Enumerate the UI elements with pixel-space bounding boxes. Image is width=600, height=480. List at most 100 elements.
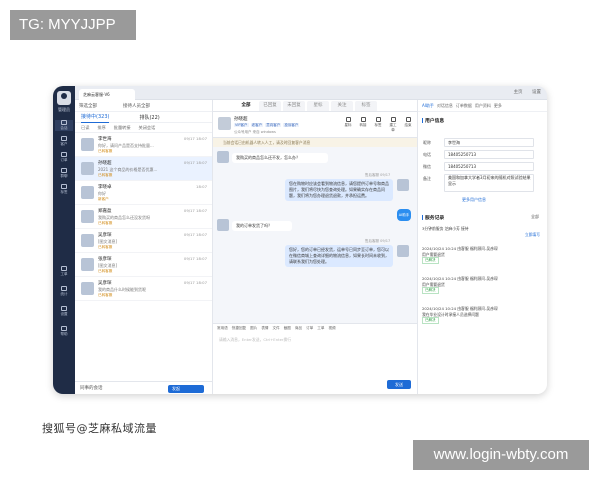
send-button[interactable]: 发送 (387, 380, 411, 389)
star-button[interactable]: 星标 (343, 117, 353, 133)
avatar (81, 138, 94, 151)
nav-item-chat[interactable]: 会话 (55, 120, 73, 131)
end-button[interactable]: 结束 (403, 117, 413, 133)
tab-ai[interactable]: AI助手 (422, 103, 434, 109)
conversation-item[interactable]: 吴彦琛 09/17 18:07 我的商品什么时候能到货呢 已转客服 (75, 277, 212, 301)
image-button[interactable]: 图片 (250, 326, 257, 331)
conversation-name: 吴彦琛 (98, 281, 112, 286)
side-nav: 管理员 会话 客户 订单 群聊 标签 工单 统计 设置 帮助 (53, 86, 75, 394)
tab-replied[interactable]: 已回复 (259, 101, 281, 111)
customer-avatar (217, 151, 229, 163)
common-phrases-button[interactable]: 常用语 (217, 326, 228, 331)
filter-all-dropdown[interactable]: 筛选全部 (79, 103, 97, 109)
conversation-time: 09/17 18:07 (183, 232, 207, 237)
settings-link[interactable]: 设置 (532, 90, 541, 95)
phone-field[interactable]: 18405250713 (444, 150, 534, 159)
status-badge: 已解决 (422, 287, 439, 294)
video-button[interactable]: 视频 (328, 326, 335, 331)
conversation-item[interactable]: 孙晓超 09/17 18:07 2021 这个商品的价格是否优惠... 已转客服 (75, 157, 212, 181)
ai-assistant-button[interactable]: AI助手 (397, 209, 411, 221)
tab-order-data[interactable]: 订单数据 (456, 103, 472, 109)
conversation-item[interactable]: 李晓卓 18:07 你好 新客户 (75, 181, 212, 205)
product-button[interactable]: 商品 (295, 326, 302, 331)
agent-avatar (397, 245, 409, 257)
service-record: 2024/10/24 10:24 由客服 福利顾问-吴彦琛 我在毕业设计时承接人… (422, 306, 498, 324)
fill-record-link[interactable]: 立即填写 (422, 232, 540, 238)
nickname-field[interactable]: 李世海 (444, 138, 534, 147)
ticket-tool-button[interactable]: 工单 (317, 326, 324, 331)
close-session-button[interactable]: 关闭会话 (139, 125, 156, 131)
wechat-field[interactable]: 18405250713 (444, 162, 534, 171)
tab-more[interactable]: 更多 (494, 103, 502, 109)
customer-tag[interactable]: 老客户 (250, 123, 264, 127)
batch-transfer-button[interactable]: 批量转接 (114, 125, 131, 131)
conversation-item[interactable]: 李世海 09/17 18:07 你好，请问产品是否支持批量... 已转客服 (75, 133, 212, 157)
conversation-list: 筛选全部 接待人员全部 接待中(323) 排队(22) 已读 排序 批量转接 关… (75, 100, 213, 394)
emoji-button[interactable]: 表情 (261, 326, 268, 331)
field-label: 微信 (423, 164, 431, 169)
tab-serving[interactable]: 接待中(323) (81, 112, 110, 123)
conversation-time: 09/17 18:07 (183, 256, 207, 261)
conversation-item[interactable]: 郑嘉盈 09/17 18:07 我购买的商品怎么还没发货呀 已转客服 (75, 205, 212, 229)
customer-header: 孙晓超 VIP客户 老客户 意向客户 投诉客户 公众号用户 来自 windows… (213, 112, 417, 138)
conversation-time: 09/17 18:07 (183, 280, 207, 285)
customer-avatar[interactable] (218, 117, 231, 130)
tab-tags[interactable]: 标签 (355, 101, 377, 111)
nav-item-help[interactable]: 帮助 (55, 326, 73, 337)
nav-item-settings[interactable]: 设置 (55, 306, 73, 317)
message-bubble: 我的订单发货了吗？ (232, 221, 292, 231)
customer-tag[interactable]: 意向客户 (265, 123, 282, 127)
tab-unreplied[interactable]: 未回复 (283, 101, 305, 111)
customer-tag[interactable]: VIP客户 (234, 123, 249, 127)
tab-starred[interactable]: 星标 (307, 101, 329, 111)
tag-button[interactable]: 标签 (373, 117, 383, 133)
colleague-sessions[interactable]: 同事的会话 (80, 385, 103, 391)
sort-button[interactable]: 排序 (97, 125, 105, 131)
conversation-item[interactable]: 吴彦琛 09/17 18:07 [图文消息] 已转客服 (75, 229, 212, 253)
sender-label: 售后客服 09/17 (365, 239, 391, 243)
service-filter-dropdown[interactable]: 全部 (531, 214, 539, 220)
user-avatar[interactable] (57, 91, 71, 105)
app-window: 管理员 会话 客户 订单 群聊 标签 工单 统计 设置 帮助 芝麻云客服-V6 … (53, 86, 547, 394)
message-input[interactable]: 请输入消息，Enter发送，Ctrl+Enter换行 发送 (213, 333, 417, 394)
tab-queue[interactable]: 排队(22) (139, 114, 159, 121)
start-session-button[interactable]: 发起 (168, 385, 204, 393)
conversation-tag: 新客户 (98, 197, 109, 201)
watermark-bottom: www.login-wbty.com (413, 440, 589, 470)
conversation-preview: [图文消息] (98, 263, 118, 268)
tab-user-profile[interactable]: 用户资料 (475, 103, 491, 109)
chat-actions: 星标 转接 标签 建工单 结束 (343, 117, 413, 133)
remark-field[interactable]: 美国和加拿大学者3月初来的随机对照试验结果显示 (444, 174, 534, 192)
tab-followed[interactable]: 关注 (331, 101, 353, 111)
nav-item-tag[interactable]: 标签 (55, 184, 73, 195)
nav-item-stats[interactable]: 统计 (55, 286, 73, 297)
transfer-button[interactable]: 转接 (358, 117, 368, 133)
transfer-icon (360, 117, 366, 122)
conversation-time: 09/17 18:07 (183, 160, 207, 165)
ticket-button[interactable]: 建工单 (388, 117, 398, 133)
conversation-preview: 你好，请问产品是否支持批量... (98, 143, 154, 148)
tab-all[interactable]: 全部 (235, 101, 257, 111)
mark-read-button[interactable]: 已读 (81, 125, 89, 131)
top-bar: 芝麻云客服-V6 主页 设置 (75, 86, 547, 100)
home-link[interactable]: 主页 (514, 90, 523, 95)
nav-item-order[interactable]: 订单 (55, 152, 73, 163)
stats-icon (61, 286, 67, 291)
nav-item-group[interactable]: 群聊 (55, 168, 73, 179)
tab-dialog-info[interactable]: 对话信息 (437, 103, 453, 109)
message-bubble: 您在购物时应该会看到物流信息，请您提供订单号和商品图片，我们将尽快为您查询处理。… (285, 179, 393, 201)
conversation-name: 李世海 (98, 137, 112, 142)
file-button[interactable]: 文件 (273, 326, 280, 331)
nav-item-ticket[interactable]: 工单 (55, 266, 73, 277)
window-tab[interactable]: 芝麻云客服-V6 (79, 89, 135, 100)
quick-reply-button[interactable]: 快捷回复 (232, 326, 246, 331)
nav-item-customer[interactable]: 客户 (55, 136, 73, 147)
field-label: 电话 (423, 152, 431, 157)
conversation-item[interactable]: 张彦琛 09/17 18:07 [图文消息] 已转客服 (75, 253, 212, 277)
customer-tag[interactable]: 投诉客户 (283, 123, 300, 127)
order-button[interactable]: 订单 (306, 326, 313, 331)
more-user-info-link[interactable]: 更多用户信息 (462, 197, 486, 203)
screenshot-button[interactable]: 截图 (284, 326, 291, 331)
filter-agent-dropdown[interactable]: 接待人员全部 (123, 103, 150, 109)
tag-icon (61, 184, 67, 189)
